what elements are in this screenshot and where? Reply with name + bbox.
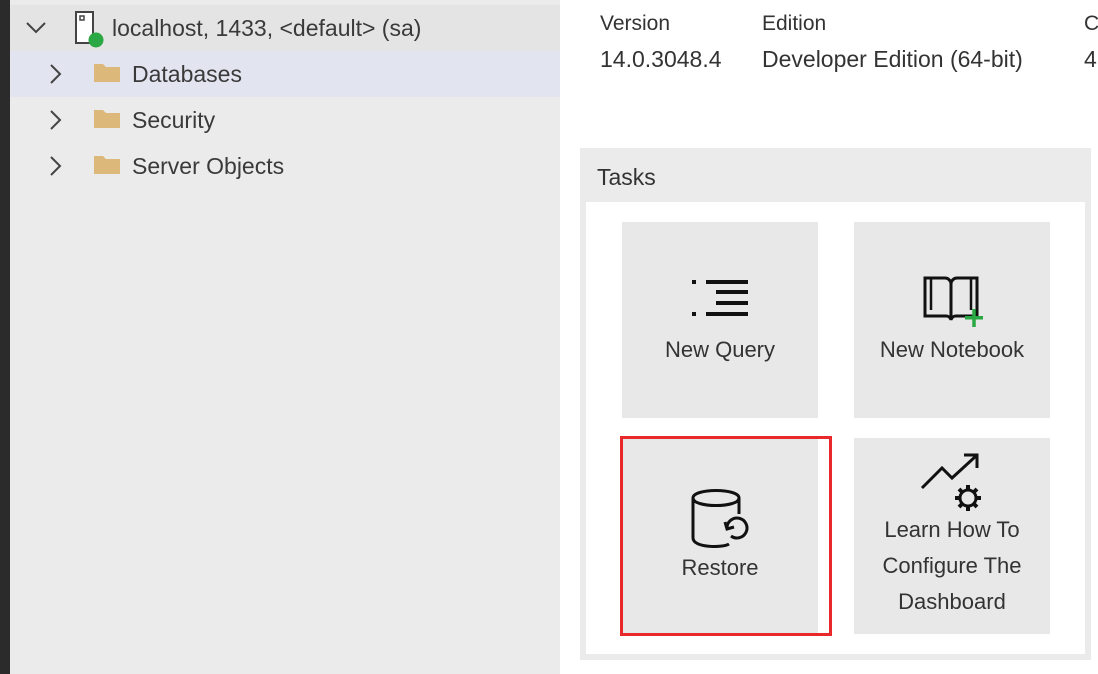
tasks-title: Tasks [597,164,656,190]
chevron-right-icon[interactable] [43,154,67,178]
tree-node-security[interactable]: Security [10,97,560,143]
server-label: localhost, 1433, <default> (sa) [112,14,422,41]
folder-icon [93,107,121,129]
tree-node-label: Databases [132,60,242,87]
tree-node-databases[interactable]: Databases [10,51,560,97]
tree-node-label: Security [132,106,216,133]
configure-dashboard-icon [920,452,984,519]
chevron-down-icon[interactable] [24,16,48,40]
folder-icon [93,153,121,175]
tile-label-line: Configure The [882,553,1022,578]
tile-label-line: Dashboard [898,589,1006,614]
tile-label: New Notebook [879,337,1025,362]
restore-icon [689,488,751,553]
property-value-truncated: 4 [1084,46,1097,72]
new-query-button[interactable]: New Query [622,222,818,418]
server-icon [74,11,104,49]
restore-button[interactable]: Restore [622,438,818,634]
chevron-right-icon[interactable] [43,108,67,132]
tree-node-label: Server Objects [132,152,285,179]
tile-label: New Query [664,337,776,362]
folder-icon [93,61,121,83]
version-value: 14.0.3048.4 [600,46,722,72]
tasks-panel: New Query New Notebook Restore Learn How… [586,202,1085,654]
new-query-icon [690,276,750,325]
tree-node-server-objects[interactable]: Server Objects [10,143,560,189]
version-label: Version [600,12,671,35]
window-edge [0,0,10,674]
configure-dashboard-button[interactable]: Learn How To Configure The Dashboard [854,438,1050,634]
property-label-truncated: C [1084,12,1098,35]
object-explorer-tree: localhost, 1433, <default> (sa) Database… [10,0,560,674]
edition-label: Edition [762,12,827,35]
new-notebook-button[interactable]: New Notebook [854,222,1050,418]
edition-value: Developer Edition (64-bit) [762,46,1023,72]
new-notebook-icon [921,272,983,335]
server-node[interactable]: localhost, 1433, <default> (sa) [10,5,560,51]
tile-label: Restore [681,555,759,580]
tasks-widget: Tasks New Query New Notebook Restore Lea… [580,148,1091,660]
chevron-right-icon[interactable] [43,62,67,86]
tile-label-line: Learn How To [884,517,1020,542]
